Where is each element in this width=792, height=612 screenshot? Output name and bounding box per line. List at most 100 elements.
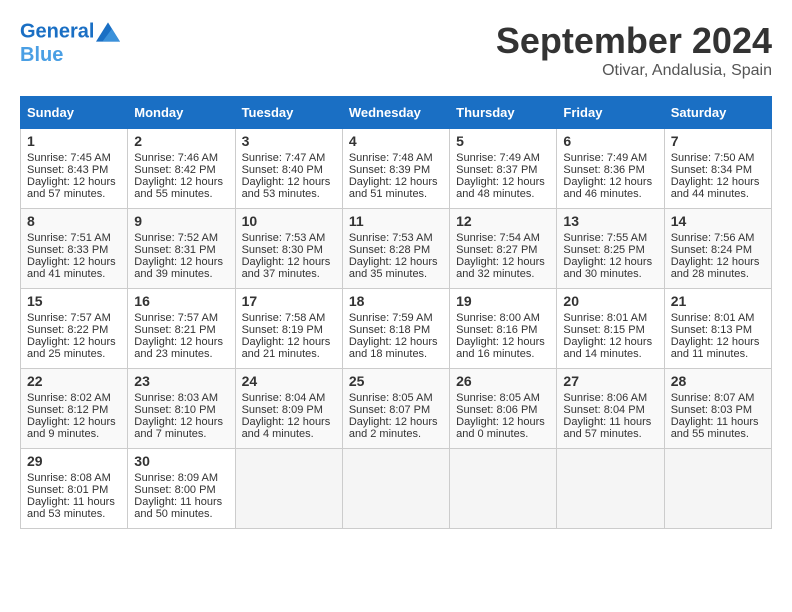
day-info: Sunset: 8:19 PM [242,324,336,336]
table-row: 17Sunrise: 7:58 AMSunset: 8:19 PMDayligh… [235,289,342,369]
day-info: Daylight: 12 hours [242,336,336,348]
page-header: GeneralBlue September 2024 Otivar, Andal… [20,20,772,80]
day-info: Sunset: 8:25 PM [563,244,657,256]
day-info: Daylight: 12 hours [134,336,228,348]
table-row: 2Sunrise: 7:46 AMSunset: 8:42 PMDaylight… [128,129,235,209]
day-info: and 48 minutes. [456,188,550,200]
table-row: 29Sunrise: 8:08 AMSunset: 8:01 PMDayligh… [21,449,128,529]
title-area: September 2024 Otivar, Andalusia, Spain [496,20,772,80]
day-info: Sunrise: 7:59 AM [349,312,443,324]
day-info: and 32 minutes. [456,268,550,280]
day-info: Daylight: 12 hours [242,256,336,268]
day-info: Sunset: 8:09 PM [242,404,336,416]
day-number: 21 [671,293,765,309]
day-info: Sunset: 8:06 PM [456,404,550,416]
location: Otivar, Andalusia, Spain [496,62,772,80]
day-number: 6 [563,133,657,149]
table-row: 25Sunrise: 8:05 AMSunset: 8:07 PMDayligh… [342,369,449,449]
day-info: Sunrise: 7:45 AM [27,152,121,164]
day-info: and 4 minutes. [242,428,336,440]
day-number: 5 [456,133,550,149]
calendar-row: 15Sunrise: 7:57 AMSunset: 8:22 PMDayligh… [21,289,772,369]
day-info: Daylight: 12 hours [349,336,443,348]
table-row [664,449,771,529]
day-info: and 23 minutes. [134,348,228,360]
day-number: 4 [349,133,443,149]
day-number: 28 [671,373,765,389]
table-row: 19Sunrise: 8:00 AMSunset: 8:16 PMDayligh… [450,289,557,369]
table-row: 8Sunrise: 7:51 AMSunset: 8:33 PMDaylight… [21,209,128,289]
day-info: Sunset: 8:10 PM [134,404,228,416]
day-info: and 0 minutes. [456,428,550,440]
day-info: and 51 minutes. [349,188,443,200]
day-info: Sunrise: 7:55 AM [563,232,657,244]
day-info: Sunset: 8:12 PM [27,404,121,416]
day-info: Sunrise: 7:58 AM [242,312,336,324]
day-info: Sunset: 8:27 PM [456,244,550,256]
table-row [342,449,449,529]
day-number: 27 [563,373,657,389]
day-info: Sunset: 8:37 PM [456,164,550,176]
day-info: Sunrise: 8:01 AM [563,312,657,324]
day-info: Sunset: 8:16 PM [456,324,550,336]
day-info: Sunrise: 7:56 AM [671,232,765,244]
table-row: 22Sunrise: 8:02 AMSunset: 8:12 PMDayligh… [21,369,128,449]
day-info: Sunrise: 7:48 AM [349,152,443,164]
day-info: Sunrise: 8:06 AM [563,392,657,404]
table-row: 9Sunrise: 7:52 AMSunset: 8:31 PMDaylight… [128,209,235,289]
day-info: and 57 minutes. [563,428,657,440]
table-row: 13Sunrise: 7:55 AMSunset: 8:25 PMDayligh… [557,209,664,289]
day-info: Sunrise: 8:08 AM [27,472,121,484]
table-row: 27Sunrise: 8:06 AMSunset: 8:04 PMDayligh… [557,369,664,449]
table-row: 5Sunrise: 7:49 AMSunset: 8:37 PMDaylight… [450,129,557,209]
day-number: 12 [456,213,550,229]
day-info: Sunset: 8:03 PM [671,404,765,416]
table-row: 28Sunrise: 8:07 AMSunset: 8:03 PMDayligh… [664,369,771,449]
calendar-row: 29Sunrise: 8:08 AMSunset: 8:01 PMDayligh… [21,449,772,529]
day-info: Sunset: 8:04 PM [563,404,657,416]
day-info: Daylight: 12 hours [349,176,443,188]
day-info: Sunrise: 7:46 AM [134,152,228,164]
day-info: Daylight: 12 hours [27,336,121,348]
day-info: Daylight: 12 hours [242,416,336,428]
day-info: Daylight: 12 hours [349,256,443,268]
day-info: Sunrise: 8:02 AM [27,392,121,404]
col-tuesday: Tuesday [235,97,342,129]
day-info: Sunrise: 8:09 AM [134,472,228,484]
day-number: 23 [134,373,228,389]
day-number: 25 [349,373,443,389]
table-row: 3Sunrise: 7:47 AMSunset: 8:40 PMDaylight… [235,129,342,209]
day-info: Sunset: 8:39 PM [349,164,443,176]
table-row: 4 Sunrise: 7:48 AMSunset: 8:39 PMDaylight… [342,129,449,209]
table-row: 12Sunrise: 7:54 AMSunset: 8:27 PMDayligh… [450,209,557,289]
day-info: Sunrise: 8:04 AM [242,392,336,404]
day-info: Sunset: 8:36 PM [563,164,657,176]
day-number: 18 [349,293,443,309]
col-wednesday: Wednesday [342,97,449,129]
day-info: Sunset: 8:30 PM [242,244,336,256]
day-info: Sunrise: 7:57 AM [134,312,228,324]
day-info: Sunrise: 8:00 AM [456,312,550,324]
day-info: Daylight: 12 hours [134,416,228,428]
col-monday: Monday [128,97,235,129]
day-info: Sunrise: 8:05 AM [349,392,443,404]
day-info: Sunset: 8:33 PM [27,244,121,256]
day-info: Daylight: 12 hours [27,176,121,188]
day-number: 15 [27,293,121,309]
day-info: Daylight: 12 hours [563,336,657,348]
table-row: 10Sunrise: 7:53 AMSunset: 8:30 PMDayligh… [235,209,342,289]
table-row: 18Sunrise: 7:59 AMSunset: 8:18 PMDayligh… [342,289,449,369]
day-info: Sunset: 8:31 PM [134,244,228,256]
table-row: 20Sunrise: 8:01 AMSunset: 8:15 PMDayligh… [557,289,664,369]
day-info: Daylight: 12 hours [27,256,121,268]
day-info: Daylight: 11 hours [134,496,228,508]
day-info: Sunset: 8:24 PM [671,244,765,256]
table-row: 16Sunrise: 7:57 AMSunset: 8:21 PMDayligh… [128,289,235,369]
day-info: and 44 minutes. [671,188,765,200]
day-info: and 16 minutes. [456,348,550,360]
col-saturday: Saturday [664,97,771,129]
day-info: Sunrise: 7:51 AM [27,232,121,244]
day-info: and 7 minutes. [134,428,228,440]
month-title: September 2024 [496,20,772,62]
table-row: 26Sunrise: 8:05 AMSunset: 8:06 PMDayligh… [450,369,557,449]
